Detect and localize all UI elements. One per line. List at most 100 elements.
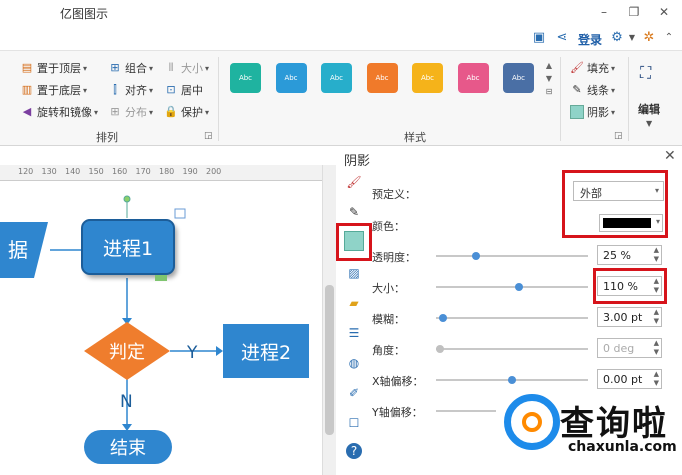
ruler-tick-label: 140 [65, 167, 81, 176]
scrollbar-thumb[interactable] [325, 285, 334, 435]
ruler-tick-label: 170 [135, 167, 151, 176]
close-button[interactable]: ✕ [654, 3, 674, 21]
minimize-button[interactable]: – [594, 3, 614, 21]
align-button[interactable]: ⫿ 对齐 ▾ [108, 81, 153, 99]
lock-icon: 🔒 [164, 105, 178, 118]
angle-label: 角度： [372, 344, 405, 357]
y-offset-label: Y轴偏移： [372, 406, 423, 419]
transparency-input[interactable]: 25 % ▲ ▼ [597, 245, 662, 265]
edit-note-icon[interactable]: ✐ [344, 383, 364, 403]
fill-panel-icon[interactable]: 🖌 [344, 172, 364, 192]
rotate-icon: ◀ [22, 105, 32, 118]
page-icon[interactable]: ▰ [344, 293, 364, 313]
size-button[interactable]: ⫴ 大小 ▾ [164, 59, 209, 77]
vertical-scrollbar[interactable] [322, 165, 336, 475]
align-icon: ⫿ [113, 83, 117, 96]
fill-button[interactable]: 🖌 填充 ▾ [570, 59, 615, 77]
protect-button[interactable]: 🔒 保护 ▾ [164, 103, 209, 121]
size-slider[interactable] [436, 283, 588, 291]
panel-toolbar: 🖌 ✎ ▨ ▰ ☰ ◍ ✐ ☐ ? [340, 168, 368, 473]
floating-toolbar-icon[interactable] [174, 208, 186, 219]
line-panel-icon[interactable]: ✎ [344, 202, 364, 222]
send-to-back-button[interactable]: ▥ 置于底层 ▾ [20, 81, 87, 99]
style-swatch-button[interactable]: Abc [366, 63, 398, 93]
pencil-line-icon: ✎ [572, 83, 582, 96]
style-swatch-button[interactable]: Abc [275, 63, 307, 93]
style-swatch-button[interactable]: Abc [321, 63, 352, 93]
drawing-canvas[interactable]: 据 进程1 判定 Y N 进程2 结束 [0, 182, 322, 475]
style-swatch-button[interactable]: Abc [412, 63, 443, 93]
line-button[interactable]: ✎ 线条 ▾ [570, 81, 615, 99]
blur-slider[interactable] [436, 314, 588, 322]
distribute-icon: ⊞ [110, 105, 120, 118]
share-icon[interactable]: ⋖ [553, 29, 571, 47]
logo-inner-ring [522, 412, 542, 432]
no-label: N [120, 392, 133, 412]
image-icon[interactable]: ▨ [344, 263, 364, 283]
edit-group-label[interactable]: 编辑 [638, 101, 660, 117]
chevron-down-icon[interactable]: ▼ [623, 29, 641, 47]
paint-bucket-icon: 🖌 [570, 61, 584, 74]
process1-label: 进程1 [103, 238, 153, 260]
title-bar: 亿图图示 – ❐ ✕ [0, 0, 682, 26]
collapse-ribbon-icon[interactable]: ⌃ [660, 29, 678, 47]
group-button[interactable]: ⊞ 组合 ▾ [108, 59, 153, 77]
rotate-handle[interactable] [123, 195, 131, 203]
ribbon-divider [218, 57, 219, 141]
x-offset-label: X轴偏移： [372, 375, 424, 388]
resize-handle[interactable] [155, 275, 167, 281]
comment-icon[interactable]: ☐ [344, 413, 364, 433]
binoculars-icon[interactable]: ⛶ [640, 63, 651, 83]
ruler-tick-label: 150 [88, 167, 104, 176]
data-shape-label: 据 [8, 238, 28, 262]
login-link[interactable]: 登录 [578, 31, 602, 48]
size-icon: ⫴ [168, 61, 174, 74]
transparency-slider[interactable] [436, 252, 588, 260]
angle-slider[interactable] [436, 345, 588, 353]
horizontal-ruler: 120 130 140 150 160 170 180 190 200 [0, 165, 322, 181]
color-label: 颜色： [372, 220, 405, 233]
watermark-url: chaxunla.com [568, 439, 677, 455]
transparency-label: 透明度： [372, 251, 416, 264]
shadow-button[interactable]: 阴影 ▾ [570, 103, 615, 121]
globe-icon[interactable]: ◍ [344, 353, 364, 373]
flowchart: 据 进程1 判定 Y N 进程2 结束 [0, 195, 309, 464]
help-icon[interactable]: ? [346, 443, 362, 459]
chevron-down-icon[interactable]: ▼ [646, 119, 652, 128]
watermark-text: 查询啦 [560, 404, 668, 444]
center-icon: ⊡ [166, 83, 176, 96]
rotate-mirror-button[interactable]: ◀ 旋转和镜像 ▾ [20, 103, 98, 121]
center-button[interactable]: ⊡ 居中 [164, 81, 203, 99]
angle-input[interactable]: 0 deg ▲ ▼ [597, 338, 662, 358]
style-swatch-button[interactable]: Abc [230, 63, 261, 93]
process2-label: 进程2 [241, 342, 291, 364]
ruler-tick-label: 200 [206, 167, 222, 176]
screen-icon[interactable]: ▣ [530, 29, 548, 47]
slider-knob[interactable] [508, 376, 516, 384]
slider-knob[interactable] [515, 283, 524, 291]
style-gallery-scroll[interactable]: ▲ ▼ ⊟ [544, 59, 554, 98]
puzzle-icon[interactable]: ✲ [640, 29, 658, 47]
slider-knob[interactable] [472, 252, 480, 260]
style-swatch-button[interactable]: Abc [457, 63, 489, 93]
restore-button[interactable]: ❐ [624, 3, 644, 21]
arrange-launcher-icon[interactable]: ◲ [204, 131, 213, 141]
slider-knob[interactable] [438, 314, 447, 322]
slider-knob[interactable] [436, 345, 444, 353]
y-offset-slider[interactable] [436, 410, 496, 412]
format-launcher-icon[interactable]: ◲ [614, 131, 623, 141]
highlight-box [562, 170, 668, 238]
x-offset-slider[interactable] [436, 376, 588, 384]
decision-label: 判定 [109, 342, 145, 363]
ribbon-divider [628, 57, 629, 141]
document-icon[interactable]: ☰ [344, 323, 364, 343]
close-icon[interactable]: ✕ [664, 148, 676, 164]
blur-input[interactable]: 3.00 pt ▲ ▼ [597, 307, 662, 327]
distribute-button[interactable]: ⊞ 分布 ▾ [108, 103, 153, 121]
quick-access-row: ▣ ⋖ 登录 ⚙ ▼ ✲ ⌃ [0, 26, 682, 50]
x-offset-input[interactable]: 0.00 pt ▲ ▼ [597, 369, 662, 389]
style-swatch-button[interactable]: Abc [503, 63, 534, 93]
size-label: 大小： [372, 282, 405, 295]
bring-to-front-button[interactable]: ▤ 置于顶层 ▾ [20, 59, 87, 77]
blur-label: 模糊： [372, 313, 405, 326]
